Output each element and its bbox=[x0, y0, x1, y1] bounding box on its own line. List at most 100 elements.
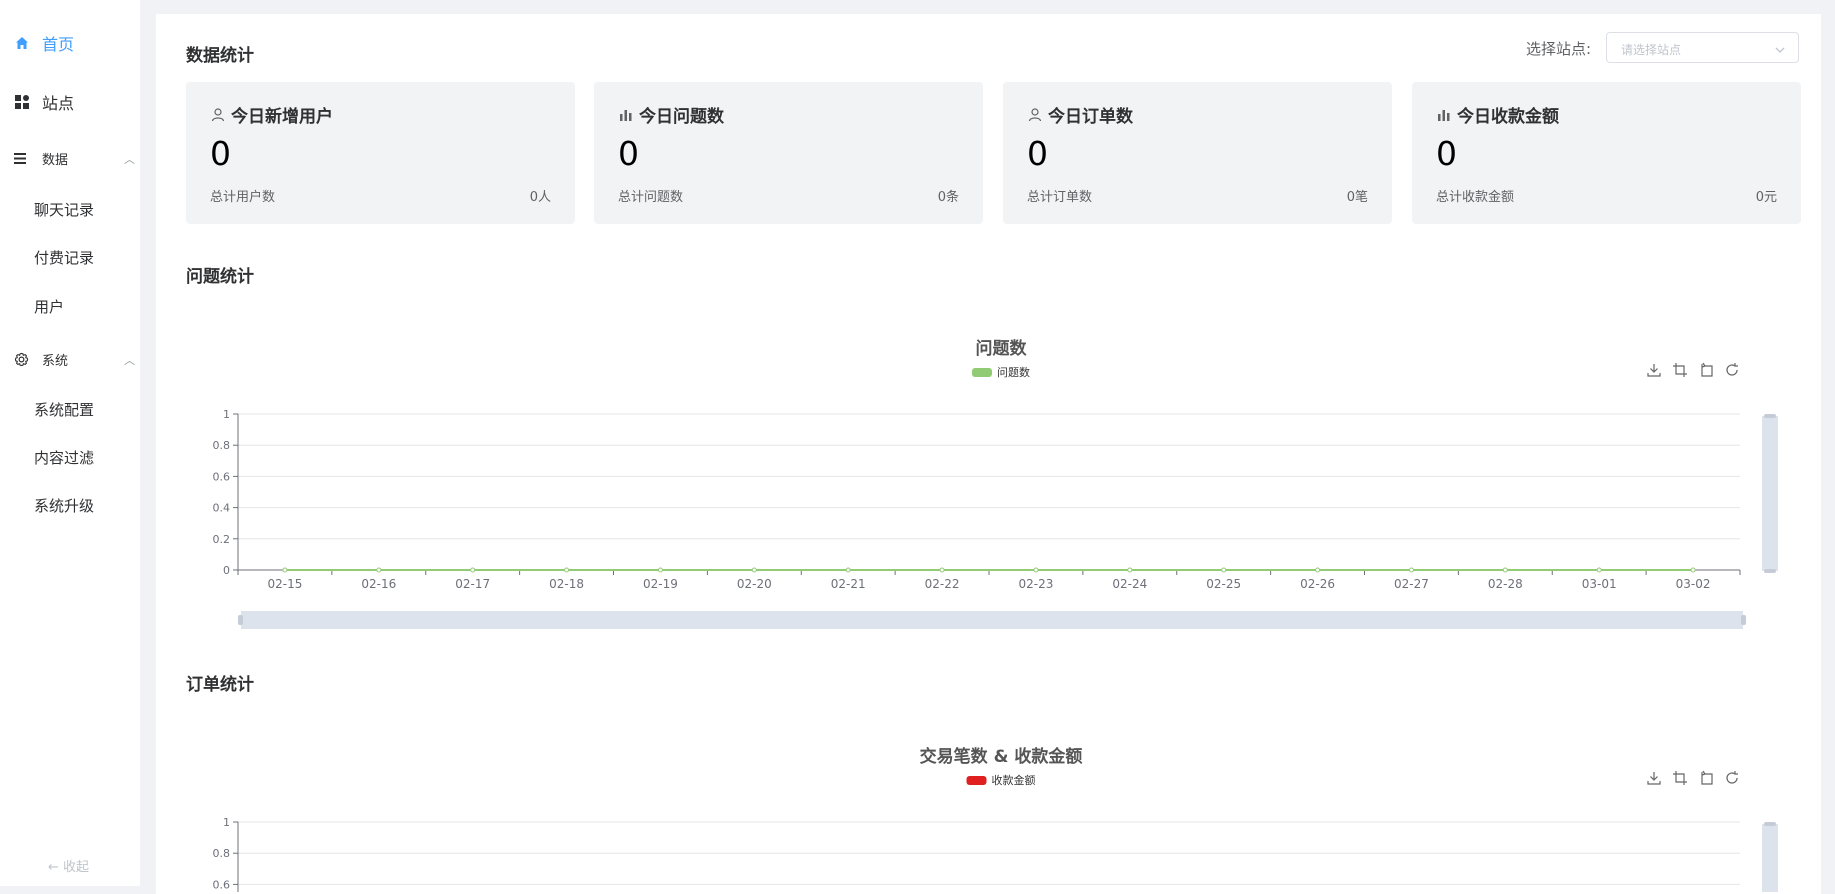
card-title-text: 今日新增用户 bbox=[231, 107, 333, 127]
chart1-toolbox bbox=[1646, 362, 1750, 378]
sidebar-group-label: 数据 bbox=[42, 153, 69, 168]
site-select-label: 选择站点: bbox=[1526, 40, 1592, 58]
y-zoom-handle-top bbox=[1764, 414, 1776, 418]
y-tick-label: 0.2 bbox=[213, 533, 231, 546]
card-sub-label: 总计问题数 bbox=[618, 190, 684, 205]
x-tick-label: 02-16 bbox=[361, 577, 396, 591]
sidebar-item-label: 系统配置 bbox=[34, 401, 95, 419]
sidebar-item-system-upgrade[interactable]: 系统升级 bbox=[34, 495, 174, 516]
sidebar-item-payment-records[interactable]: 付费记录 bbox=[34, 247, 174, 268]
bar-chart-icon bbox=[1436, 107, 1452, 123]
sidebar-item-system-config[interactable]: 系统配置 bbox=[34, 399, 174, 420]
sidebar-item-chat-records[interactable]: 聊天记录 bbox=[34, 199, 174, 220]
card-title: 今日新增用户 bbox=[210, 102, 333, 127]
home-icon bbox=[14, 35, 30, 51]
y-zoom-slider bbox=[1762, 416, 1778, 571]
legend-label: 问题数 bbox=[997, 366, 1030, 379]
chart2-plot: 0.6 0.8 1 bbox=[213, 816, 1778, 892]
card-total: 0条 bbox=[937, 190, 959, 205]
x-tick-label: 02-18 bbox=[549, 577, 584, 591]
x-tick-label: 02-24 bbox=[1112, 577, 1147, 591]
data-point bbox=[376, 567, 382, 573]
chart1-title: 问题数 bbox=[975, 339, 1027, 359]
sidebar-group-system[interactable]: 系统 ︿ bbox=[14, 350, 154, 369]
user-icon bbox=[1027, 107, 1043, 123]
x-tick-label: 02-20 bbox=[737, 577, 772, 591]
sidebar-item-label: 付费记录 bbox=[34, 249, 95, 267]
collapse-button[interactable]: ← 收起 bbox=[48, 856, 89, 875]
chevron-down-icon bbox=[1774, 41, 1786, 53]
sidebar-item-label: 内容过滤 bbox=[34, 449, 95, 467]
data-point bbox=[657, 567, 663, 573]
chevron-up-icon: ︿ bbox=[124, 353, 135, 367]
user-icon bbox=[210, 107, 226, 123]
y-zoom-slider bbox=[1762, 824, 1778, 892]
data-point bbox=[1408, 567, 1414, 573]
x-zoom-handle-left bbox=[238, 615, 243, 625]
y-zoom-handle-top bbox=[1764, 822, 1776, 826]
chart2-legend[interactable]: 收款金额 bbox=[966, 772, 1036, 788]
card-sub-label: 总计用户数 bbox=[210, 190, 276, 205]
card-title-text: 今日收款金额 bbox=[1457, 107, 1559, 127]
sidebar-item-label: 系统升级 bbox=[34, 497, 95, 515]
download-icon[interactable] bbox=[1646, 362, 1662, 378]
zoom-reset-icon[interactable] bbox=[1698, 362, 1714, 378]
data-point bbox=[564, 567, 570, 573]
apps-icon bbox=[14, 94, 30, 110]
x-tick-label: 03-02 bbox=[1676, 577, 1711, 591]
question-section-title: 问题统计 bbox=[186, 267, 254, 287]
refresh-icon[interactable] bbox=[1724, 362, 1740, 378]
x-tick-label: 02-17 bbox=[455, 577, 490, 591]
data-point bbox=[939, 567, 945, 573]
data-point bbox=[282, 567, 288, 573]
card-title: 今日问题数 bbox=[618, 102, 724, 127]
data-point bbox=[1033, 567, 1039, 573]
sidebar-item-label: 用户 bbox=[34, 298, 65, 316]
settings-icon bbox=[14, 352, 30, 368]
card-total: 0人 bbox=[529, 190, 551, 205]
data-point bbox=[1502, 567, 1508, 573]
data-point bbox=[1221, 567, 1227, 573]
page-title: 数据统计 bbox=[186, 46, 254, 66]
download-icon[interactable] bbox=[1646, 770, 1662, 786]
y-tick-label: 1 bbox=[223, 408, 230, 421]
y-tick-label: 0.8 bbox=[213, 847, 231, 860]
sidebar-item-site[interactable]: 站点 bbox=[14, 90, 154, 114]
zoom-select-icon[interactable] bbox=[1672, 770, 1688, 786]
y-tick-label: 0.6 bbox=[213, 470, 231, 483]
data-point bbox=[1690, 567, 1696, 573]
sidebar-item-users[interactable]: 用户 bbox=[34, 296, 174, 317]
zoom-reset-icon[interactable] bbox=[1698, 770, 1714, 786]
data-point bbox=[751, 567, 757, 573]
sidebar-item-label: 站点 bbox=[42, 94, 75, 113]
x-tick-label: 02-22 bbox=[925, 577, 960, 591]
y-zoom-handle-bottom bbox=[1764, 569, 1776, 573]
card-title-text: 今日订单数 bbox=[1048, 107, 1133, 127]
chart2-toolbox bbox=[1646, 770, 1750, 786]
card-title: 今日收款金额 bbox=[1436, 102, 1559, 127]
card-value: 0 bbox=[210, 134, 231, 173]
card-sub-label: 总计收款金额 bbox=[1436, 190, 1515, 205]
y-tick-label: 0.6 bbox=[213, 878, 231, 891]
legend-swatch bbox=[972, 367, 992, 377]
data-point bbox=[470, 567, 476, 573]
main-panel: 数据统计 选择站点: 请选择站点 今日新增用户 0 总计用户数 0人 今日问题数… bbox=[156, 14, 1821, 894]
x-tick-label: 02-27 bbox=[1394, 577, 1429, 591]
legend-label: 收款金额 bbox=[991, 774, 1036, 787]
sidebar-group-data[interactable]: 数据 ︿ bbox=[14, 149, 154, 168]
sidebar-item-label: 聊天记录 bbox=[34, 201, 95, 219]
site-select[interactable]: 请选择站点 bbox=[1606, 32, 1799, 63]
zoom-select-icon[interactable] bbox=[1672, 362, 1688, 378]
data-point bbox=[1127, 567, 1133, 573]
sidebar-item-home[interactable]: 首页 bbox=[14, 31, 154, 55]
stat-card-new-users: 今日新增用户 0 总计用户数 0人 bbox=[186, 82, 575, 224]
chart1-legend[interactable]: 问题数 bbox=[972, 364, 1030, 380]
y-tick-label: 0.4 bbox=[213, 502, 231, 515]
y-tick-label: 0.8 bbox=[213, 439, 231, 452]
stat-card-revenue: 今日收款金额 0 总计收款金额 0元 bbox=[1412, 82, 1801, 224]
stat-card-questions: 今日问题数 0 总计问题数 0条 bbox=[594, 82, 983, 224]
sidebar-group-label: 系统 bbox=[42, 354, 69, 369]
bar-chart-icon bbox=[618, 107, 634, 123]
refresh-icon[interactable] bbox=[1724, 770, 1740, 786]
sidebar-item-content-filter[interactable]: 内容过滤 bbox=[34, 447, 174, 468]
